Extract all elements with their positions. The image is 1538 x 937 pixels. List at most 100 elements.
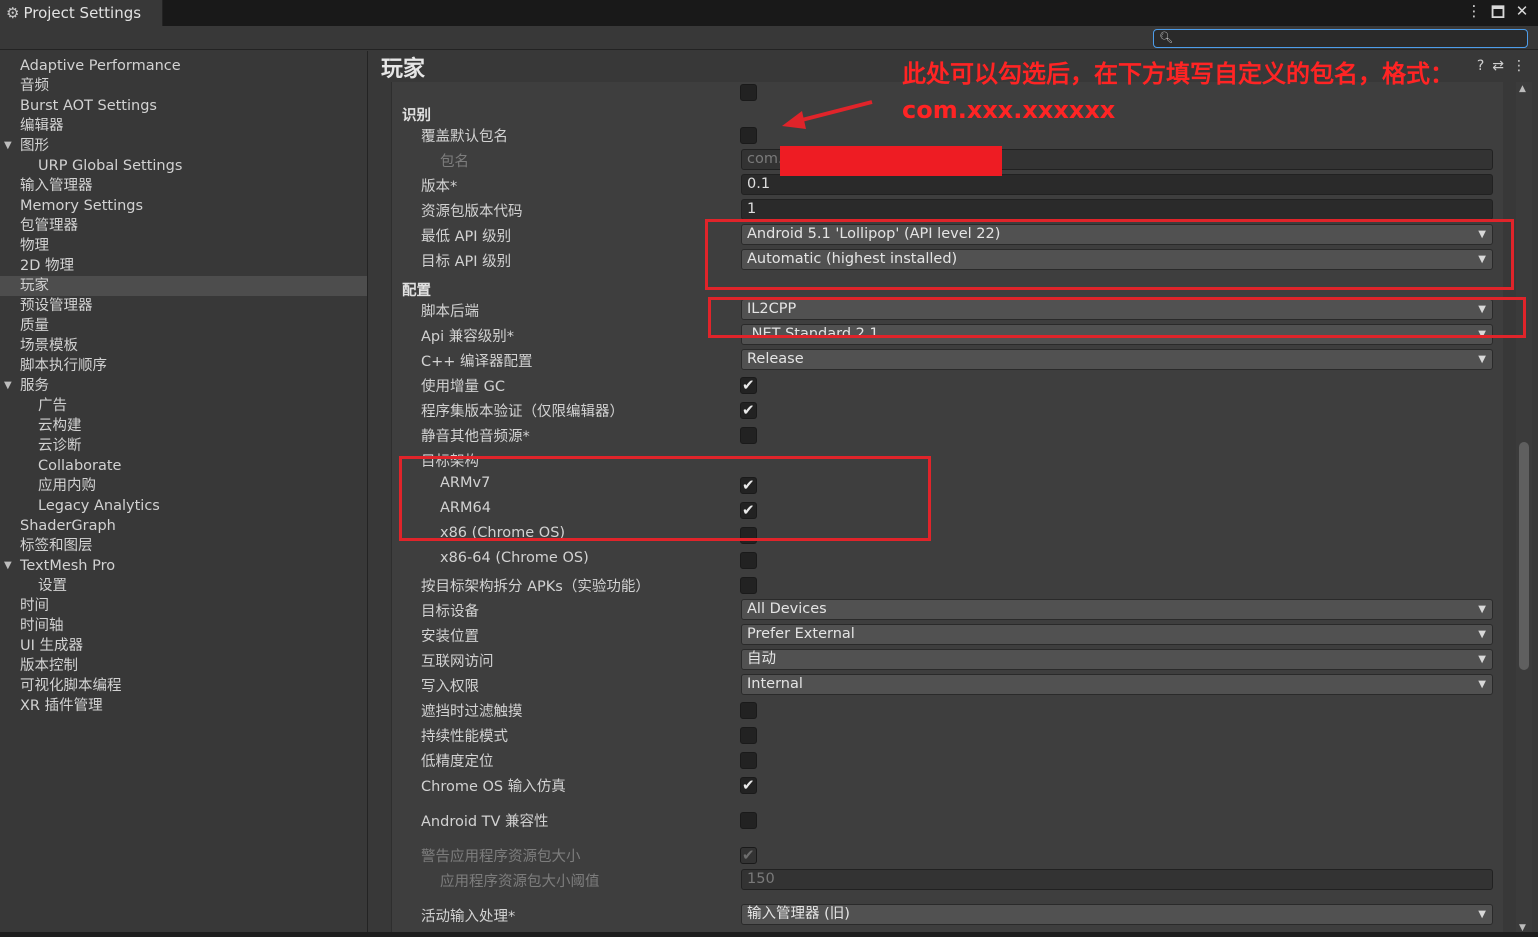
- sidebar-item[interactable]: 脚本执行顺序: [0, 356, 367, 376]
- sidebar-item[interactable]: ShaderGraph: [0, 516, 367, 536]
- sidebar-item-label: 玩家: [20, 278, 49, 294]
- sidebar-item[interactable]: 输入管理器: [0, 176, 367, 196]
- more-vert-icon[interactable]: ⋮: [1466, 2, 1482, 27]
- dropdown[interactable]: .NET Standard 2.1 ▼: [741, 324, 1493, 345]
- settings-row: 目标设备 All Devices ▼: [392, 598, 1503, 623]
- sidebar-item[interactable]: 广告: [0, 396, 367, 416]
- sidebar-item[interactable]: 预设管理器: [0, 296, 367, 316]
- dropdown[interactable]: Internal ▼: [741, 674, 1493, 695]
- checkbox[interactable]: ✔: [740, 376, 757, 394]
- window-controls: ⋮ 🗖 ✕: [1466, 2, 1530, 27]
- scroll-thumb[interactable]: [1519, 442, 1529, 670]
- dropdown-value: Android 5.1 'Lollipop' (API level 22): [747, 226, 1001, 242]
- dropdown[interactable]: Prefer External ▼: [741, 624, 1493, 645]
- settings-row: Chrome OS 输入仿真 ✔: [392, 773, 1503, 798]
- sidebar-item[interactable]: ▼ 图形: [0, 136, 367, 156]
- settings-row: 覆盖默认包名: [392, 123, 1503, 148]
- sidebar-item[interactable]: UI 生成器: [0, 636, 367, 656]
- section-title: 配置: [402, 283, 431, 299]
- sidebar-item[interactable]: Burst AOT Settings: [0, 96, 367, 116]
- sidebar-item[interactable]: 场景模板: [0, 336, 367, 356]
- sidebar-item[interactable]: 版本控制: [0, 656, 367, 676]
- chevron-down-icon: ▼: [1478, 254, 1486, 265]
- setting-label: Android TV 兼容性: [421, 814, 549, 830]
- checkbox[interactable]: [740, 427, 757, 444]
- checkbox[interactable]: ✔: [740, 776, 757, 794]
- window-tab[interactable]: ⚙ Project Settings: [0, 0, 163, 26]
- fold-arrow-icon[interactable]: ▼: [4, 556, 12, 576]
- settings-row: ARMv7 ✔: [392, 473, 1503, 498]
- sidebar-item[interactable]: 应用内购: [0, 476, 367, 496]
- sidebar-item[interactable]: ▼ 服务: [0, 376, 367, 396]
- chevron-down-icon: ▼: [1478, 629, 1486, 640]
- sidebar-item[interactable]: 物理: [0, 236, 367, 256]
- checkbox[interactable]: [740, 84, 757, 101]
- checkbox[interactable]: [740, 552, 757, 569]
- fold-arrow-icon[interactable]: ▼: [4, 376, 12, 396]
- sidebar-item[interactable]: 玩家: [0, 276, 367, 296]
- checkbox[interactable]: [740, 752, 757, 769]
- dropdown[interactable]: 自动 ▼: [741, 649, 1493, 670]
- sidebar-item[interactable]: 云构建: [0, 416, 367, 436]
- sidebar-item[interactable]: 2D 物理: [0, 256, 367, 276]
- settings-row: C++ 编译器配置 Release ▼: [392, 348, 1503, 373]
- text-field[interactable]: 0.1: [741, 174, 1493, 195]
- dropdown-value: 自动: [747, 651, 776, 667]
- sidebar-item[interactable]: 音频: [0, 76, 367, 96]
- dropdown-value: All Devices: [747, 601, 827, 617]
- search-box[interactable]: 🔍︎: [1153, 29, 1528, 48]
- vertical-scrollbar[interactable]: ▲ ▼: [1516, 82, 1532, 937]
- sidebar-item[interactable]: 质量: [0, 316, 367, 336]
- search-input[interactable]: [1172, 30, 1522, 47]
- settings-row: 静音其他音频源*: [392, 423, 1503, 448]
- sidebar-item[interactable]: 云诊断: [0, 436, 367, 456]
- checkbox[interactable]: [740, 702, 757, 719]
- chevron-down-icon: ▼: [1478, 679, 1486, 690]
- sidebar-item[interactable]: Collaborate: [0, 456, 367, 476]
- fold-arrow-icon[interactable]: ▼: [4, 136, 12, 156]
- sidebar-item[interactable]: 时间轴: [0, 616, 367, 636]
- sidebar-item[interactable]: Memory Settings: [0, 196, 367, 216]
- dropdown[interactable]: Release ▼: [741, 349, 1493, 370]
- checkbox[interactable]: [740, 727, 757, 744]
- sidebar-item[interactable]: ▼ TextMesh Pro: [0, 556, 367, 576]
- checkbox[interactable]: [740, 127, 757, 144]
- dropdown[interactable]: All Devices ▼: [741, 599, 1493, 620]
- close-icon[interactable]: ✕: [1514, 2, 1530, 27]
- sidebar-item[interactable]: 设置: [0, 576, 367, 596]
- title-bar: ⚙ Project Settings ⋮ 🗖 ✕: [0, 0, 1538, 26]
- checkbox[interactable]: [740, 527, 757, 544]
- maximize-icon[interactable]: 🗖: [1490, 2, 1506, 27]
- chevron-down-icon: ▼: [1478, 909, 1486, 920]
- checkbox[interactable]: [740, 812, 757, 829]
- settings-row: 警告应用程序资源包大小 ✔: [392, 843, 1503, 868]
- setting-label: 目标架构: [421, 454, 479, 470]
- settings-row: Api 兼容级别* .NET Standard 2.1 ▼: [392, 323, 1503, 348]
- sidebar-item-label: TextMesh Pro: [20, 558, 116, 574]
- checkbox[interactable]: ✔: [740, 401, 757, 419]
- sidebar-item[interactable]: Adaptive Performance: [0, 56, 367, 76]
- checkbox[interactable]: ✔: [740, 501, 757, 519]
- sidebar-item[interactable]: 时间: [0, 596, 367, 616]
- text-field[interactable]: 1: [741, 199, 1493, 220]
- checkbox[interactable]: [740, 577, 757, 594]
- dropdown[interactable]: IL2CPP ▼: [741, 299, 1493, 320]
- more-vert-icon[interactable]: ⋮: [1512, 58, 1526, 74]
- help-icon[interactable]: ?: [1477, 58, 1484, 74]
- preset-icon[interactable]: ⇄: [1492, 58, 1504, 74]
- sidebar-item[interactable]: 编辑器: [0, 116, 367, 136]
- sidebar-item[interactable]: URP Global Settings: [0, 156, 367, 176]
- sidebar-item[interactable]: Legacy Analytics: [0, 496, 367, 516]
- checkbox[interactable]: ✔: [740, 476, 757, 494]
- sidebar-item[interactable]: XR 插件管理: [0, 696, 367, 716]
- dropdown[interactable]: Automatic (highest installed) ▼: [741, 249, 1493, 270]
- dropdown[interactable]: Android 5.1 'Lollipop' (API level 22) ▼: [741, 224, 1493, 245]
- sidebar-item[interactable]: 包管理器: [0, 216, 367, 236]
- sidebar-item-label: 标签和图层: [20, 538, 93, 554]
- sidebar-item[interactable]: 标签和图层: [0, 536, 367, 556]
- sidebar-item-label: 云诊断: [38, 438, 82, 454]
- setting-label: 覆盖默认包名: [421, 129, 508, 145]
- dropdown[interactable]: 输入管理器 (旧) ▼: [741, 904, 1493, 925]
- scroll-up-icon[interactable]: ▲: [1519, 84, 1526, 94]
- sidebar-item[interactable]: 可视化脚本编程: [0, 676, 367, 696]
